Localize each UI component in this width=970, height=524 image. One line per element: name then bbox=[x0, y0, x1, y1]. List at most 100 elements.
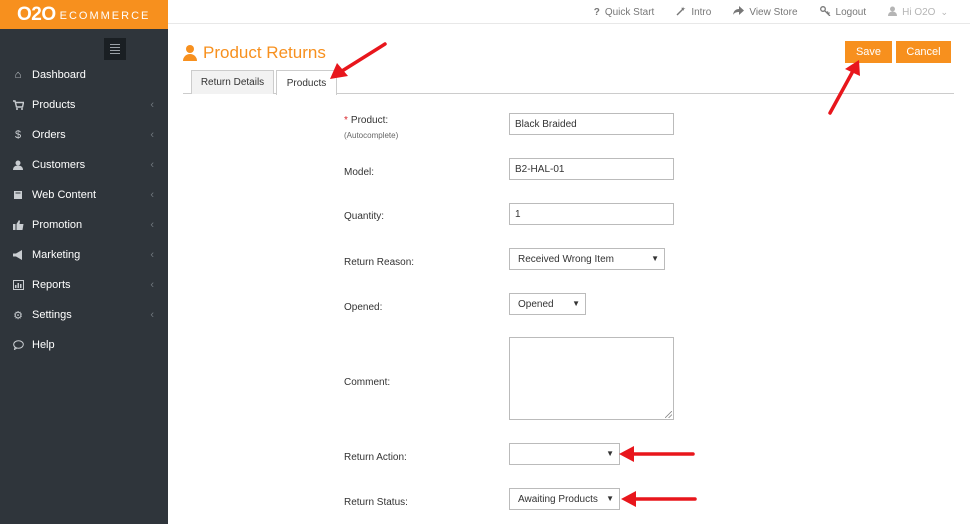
return-status-select[interactable]: Awaiting Products ▼ bbox=[509, 488, 620, 510]
topnav-label: Quick Start bbox=[604, 6, 655, 18]
cogs-icon: ⚙ bbox=[13, 309, 23, 322]
return-action-label: Return Action: bbox=[344, 452, 407, 463]
chevron-left-icon: ‹ bbox=[150, 189, 154, 201]
question-icon: ? bbox=[593, 6, 600, 18]
product-label-text: Product: bbox=[350, 115, 389, 126]
quantity-input[interactable]: 1 bbox=[509, 203, 674, 225]
share-icon bbox=[733, 6, 745, 18]
sidebar-item-label: Customers bbox=[32, 159, 86, 171]
model-input[interactable]: B2-HAL-01 bbox=[509, 158, 674, 180]
return-reason-select[interactable]: Received Wrong Item ▼ bbox=[509, 248, 665, 270]
sidebar-item-label: Dashboard bbox=[32, 69, 86, 81]
product-label: * Product: (Autocomplete) bbox=[344, 115, 398, 140]
sidebar-item-reports[interactable]: Reports ‹ bbox=[0, 270, 168, 300]
menu-toggle-button[interactable] bbox=[104, 38, 126, 60]
dollar-icon: $ bbox=[14, 129, 22, 141]
sidebar-nav: ⌂ Dashboard Products ‹ $ Orders ‹ Custom… bbox=[0, 60, 168, 360]
sidebar-item-dashboard[interactable]: ⌂ Dashboard bbox=[0, 60, 168, 90]
topnav-intro[interactable]: Intro bbox=[676, 6, 711, 19]
sidebar-item-customers[interactable]: Customers ‹ bbox=[0, 150, 168, 180]
opened-label: Opened: bbox=[344, 302, 383, 313]
book-icon bbox=[11, 190, 25, 200]
return-status-label: Return Status: bbox=[344, 497, 408, 508]
chevron-left-icon: ‹ bbox=[150, 99, 154, 111]
sidebar-item-settings[interactable]: ⚙ Settings ‹ bbox=[0, 300, 168, 330]
sidebar-item-label: Web Content bbox=[32, 189, 97, 201]
chevron-left-icon: ‹ bbox=[150, 129, 154, 141]
top-nav: ? Quick Start Intro View Store Logout Hi… bbox=[594, 0, 948, 24]
thumbs-up-icon bbox=[11, 220, 25, 230]
key-icon bbox=[819, 5, 831, 19]
product-hint: (Autocomplete) bbox=[344, 131, 399, 140]
user-menu-label: Hi O2O bbox=[902, 6, 936, 18]
sidebar-item-products[interactable]: Products ‹ bbox=[0, 90, 168, 120]
sidebar-item-label: Marketing bbox=[32, 249, 81, 261]
required-mark: * bbox=[344, 115, 348, 126]
top-bar: ? Quick Start Intro View Store Logout Hi… bbox=[168, 0, 970, 24]
sidebar-item-label: Promotion bbox=[32, 219, 83, 231]
return-reason-label: Return Reason: bbox=[344, 257, 415, 268]
resize-handle-icon[interactable] bbox=[665, 411, 672, 418]
chevron-left-icon: ‹ bbox=[150, 219, 154, 231]
return-reason-value: Received Wrong Item bbox=[518, 253, 614, 265]
sidebar-item-help[interactable]: Help bbox=[0, 330, 168, 360]
arrow-to-return-action bbox=[619, 446, 695, 462]
chevron-left-icon: ‹ bbox=[150, 309, 154, 321]
caret-down-icon: ▼ bbox=[606, 449, 614, 458]
quantity-label: Quantity: bbox=[344, 211, 385, 222]
hamburger-icon bbox=[110, 44, 120, 45]
chevron-down-icon: ⌄ bbox=[940, 6, 948, 17]
topnav-view-store[interactable]: View Store bbox=[733, 6, 798, 18]
comment-textarea[interactable] bbox=[509, 337, 674, 420]
topnav-quick-start[interactable]: ? Quick Start bbox=[594, 7, 655, 18]
topnav-label: Logout bbox=[835, 6, 867, 18]
model-label: Model: bbox=[344, 167, 375, 178]
user-icon bbox=[11, 160, 25, 170]
sidebar-item-orders[interactable]: $ Orders ‹ bbox=[0, 120, 168, 150]
user-icon bbox=[183, 45, 197, 61]
sidebar-item-label: Reports bbox=[32, 279, 71, 291]
opened-select[interactable]: Opened ▼ bbox=[509, 293, 586, 315]
user-menu[interactable]: Hi O2O ⌄ bbox=[888, 6, 948, 19]
caret-down-icon: ▼ bbox=[572, 299, 580, 308]
return-status-value: Awaiting Products bbox=[518, 493, 598, 505]
user-icon bbox=[888, 6, 898, 19]
magic-wand-icon bbox=[676, 6, 686, 19]
return-action-select[interactable]: ▼ bbox=[509, 443, 620, 465]
topnav-label: View Store bbox=[749, 6, 798, 18]
opened-value: Opened bbox=[518, 298, 554, 310]
sidebar-item-label: Help bbox=[32, 339, 55, 351]
sidebar-item-promotion[interactable]: Promotion ‹ bbox=[0, 210, 168, 240]
tab-return-details[interactable]: Return Details bbox=[191, 70, 274, 94]
sidebar-item-label: Products bbox=[32, 99, 76, 111]
cart-icon bbox=[11, 100, 25, 110]
tab-products[interactable]: Products bbox=[276, 70, 337, 95]
save-button[interactable]: Save bbox=[845, 41, 892, 63]
logo-sub-text: ECOMMERCE bbox=[59, 9, 151, 22]
sidebar: O2O ECOMMERCE ⌂ Dashboard Products ‹ $ O… bbox=[0, 0, 168, 524]
chevron-left-icon: ‹ bbox=[150, 279, 154, 291]
product-input[interactable]: Black Braided bbox=[509, 113, 674, 135]
chevron-left-icon: ‹ bbox=[150, 249, 154, 261]
caret-down-icon: ▼ bbox=[606, 494, 614, 503]
bar-chart-icon bbox=[11, 280, 25, 290]
sidebar-item-web-content[interactable]: Web Content ‹ bbox=[0, 180, 168, 210]
sidebar-item-marketing[interactable]: Marketing ‹ bbox=[0, 240, 168, 270]
comment-label: Comment: bbox=[344, 377, 391, 388]
brand-logo[interactable]: O2O ECOMMERCE bbox=[0, 0, 168, 29]
sidebar-item-label: Orders bbox=[32, 129, 66, 141]
comment-icon bbox=[11, 340, 25, 350]
page-header: Product Returns bbox=[183, 43, 326, 63]
home-icon: ⌂ bbox=[14, 69, 22, 81]
cancel-button[interactable]: Cancel bbox=[896, 41, 951, 63]
logo-main-text: O2O bbox=[17, 3, 56, 25]
chevron-left-icon: ‹ bbox=[150, 159, 154, 171]
bullhorn-icon bbox=[11, 250, 25, 260]
page-title: Product Returns bbox=[203, 43, 326, 62]
arrow-to-return-status bbox=[621, 491, 697, 507]
tab-bar: Return Details Products bbox=[183, 70, 954, 95]
topnav-label: Intro bbox=[691, 6, 712, 18]
caret-down-icon: ▼ bbox=[651, 254, 659, 263]
sidebar-item-label: Settings bbox=[32, 309, 72, 321]
topnav-logout[interactable]: Logout bbox=[819, 5, 867, 19]
